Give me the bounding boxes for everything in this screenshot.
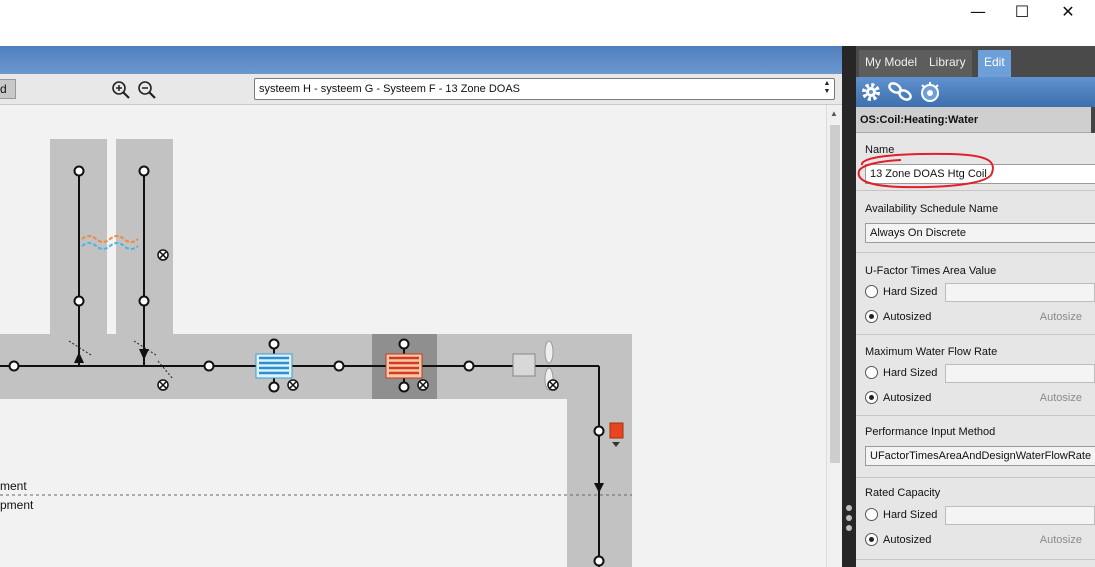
toolbar-left-button[interactable]: d xyxy=(0,79,16,99)
scrollbar-thumb[interactable] xyxy=(830,125,840,463)
canvas-vertical-scrollbar[interactable]: ▲ xyxy=(826,105,842,567)
ufactor-hard-sized-label: Hard Sized xyxy=(883,286,938,298)
splitter-grip-dot xyxy=(846,505,852,511)
loop-selector-value: systeem H - systeem G - Systeem F - 13 Z… xyxy=(259,83,521,95)
splitter-grip-dot xyxy=(846,525,852,531)
scroll-up-icon[interactable]: ▲ xyxy=(830,109,838,118)
tab-library[interactable]: Library xyxy=(923,50,972,77)
loop-diagram xyxy=(0,139,632,567)
max-water-flow-section: Maximum Water Flow Rate Hard Sized Autos… xyxy=(856,336,1095,416)
max-water-flow-hard-sized-label: Hard Sized xyxy=(883,367,938,379)
availability-section: Availability Schedule Name Always On Dis… xyxy=(856,192,1095,253)
close-button[interactable]: ✕ xyxy=(1045,0,1091,22)
max-water-flow-hard-sized-radio[interactable] xyxy=(865,366,878,379)
zoom-out-icon xyxy=(138,81,156,99)
gear-button[interactable] xyxy=(859,80,883,104)
loop-selector[interactable]: systeem H - systeem G - Systeem F - 13 Z… xyxy=(254,78,835,100)
max-water-flow-hard-sized-input[interactable] xyxy=(945,364,1095,383)
window-titlebar: — ☐ ✕ xyxy=(0,0,1095,46)
inspector-icon-bar xyxy=(856,77,1095,107)
measure-button[interactable] xyxy=(918,80,942,104)
rated-capacity-autosized-radio[interactable] xyxy=(865,533,878,546)
rated-capacity-section: Rated Capacity Hard Sized Autosized Auto… xyxy=(856,479,1095,560)
ufactor-section: U-Factor Times Area Value Hard Sized Aut… xyxy=(856,254,1095,335)
zoom-out-button[interactable] xyxy=(137,80,157,100)
main-header-bar xyxy=(0,46,842,74)
inspector-panel: My Model Library Edit OS:Coil:Heating:Wa… xyxy=(856,46,1095,567)
link-icon xyxy=(888,82,912,101)
availability-select[interactable]: Always On Discrete xyxy=(865,223,1095,243)
max-water-flow-autosized-label: Autosized xyxy=(883,392,932,404)
max-water-flow-autosized-radio[interactable] xyxy=(865,391,878,404)
red-annotation-circle xyxy=(857,152,994,189)
availability-label: Availability Schedule Name xyxy=(865,203,999,215)
inspector-tabs: My Model Library Edit xyxy=(856,46,1095,77)
tab-my-model[interactable]: My Model xyxy=(859,50,924,77)
rated-capacity-autosized-label: Autosized xyxy=(883,534,932,546)
performance-input-section: Performance Input Method UFactorTimesAre… xyxy=(856,417,1095,478)
rated-capacity-hard-sized-radio[interactable] xyxy=(865,508,878,521)
canvas-label-equipment-2: pment xyxy=(0,498,34,512)
panel-splitter[interactable] xyxy=(842,46,856,567)
maximize-icon: ☐ xyxy=(1014,1,1030,21)
rated-capacity-hard-sized-label: Hard Sized xyxy=(883,509,938,521)
rated-capacity-hard-sized-input[interactable] xyxy=(945,506,1095,525)
splitter-grip-dot xyxy=(846,515,852,521)
link-button[interactable] xyxy=(887,80,912,104)
zoom-in-button[interactable] xyxy=(111,80,131,100)
close-icon: ✕ xyxy=(1061,1,1075,21)
ufactor-autosize-button[interactable]: Autosize xyxy=(1040,311,1082,323)
rated-capacity-label: Rated Capacity xyxy=(865,487,941,499)
minimize-button[interactable]: — xyxy=(955,0,1001,22)
canvas-label-equipment: ment xyxy=(0,479,27,493)
ufactor-hard-sized-radio[interactable] xyxy=(865,285,878,298)
canvas-toolbar: d systeem H - systeem G - Systeem F - 13… xyxy=(0,74,842,105)
gear-icon xyxy=(862,83,880,101)
ufactor-label: U-Factor Times Area Value xyxy=(865,265,997,277)
performance-input-label: Performance Input Method xyxy=(865,426,996,438)
object-type-title: OS:Coil:Heating:Water xyxy=(856,107,1095,133)
max-water-flow-autosize-button[interactable]: Autosize xyxy=(1040,392,1082,404)
ufactor-autosized-label: Autosized xyxy=(883,311,932,323)
hvac-loop-canvas[interactable]: ment pment xyxy=(0,105,826,567)
ufactor-hard-sized-input[interactable] xyxy=(945,283,1095,302)
maximize-button[interactable]: ☐ xyxy=(999,0,1045,22)
ufactor-autosized-radio[interactable] xyxy=(865,310,878,323)
rated-capacity-autosize-button[interactable]: Autosize xyxy=(1040,534,1082,546)
max-water-flow-label: Maximum Water Flow Rate xyxy=(865,346,998,358)
zoom-in-icon xyxy=(112,81,130,99)
tab-edit[interactable]: Edit xyxy=(978,50,1011,77)
minimize-icon: — xyxy=(970,1,986,21)
object-type-label: OS:Coil:Heating:Water xyxy=(860,114,979,126)
performance-input-select[interactable]: UFactorTimesAreaAndDesignWaterFlowRate xyxy=(865,446,1095,466)
measure-icon xyxy=(921,82,939,102)
updown-icon: ▲ ▼ xyxy=(823,80,831,95)
